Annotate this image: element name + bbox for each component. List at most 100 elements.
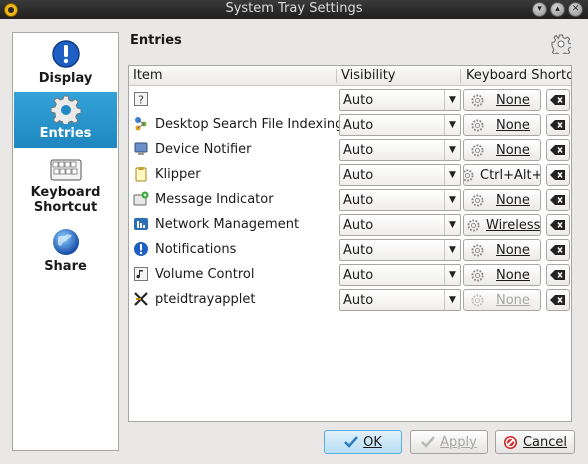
gear-icon [49,92,83,126]
column-header-keyboard-shortcut[interactable]: Keyboard Shortc [466,68,571,83]
visibility-select[interactable]: Auto ▼ [339,239,461,261]
gear-icon [471,119,484,132]
maximize-button[interactable]: ▴ [550,2,565,17]
visibility-select[interactable]: Auto ▼ [339,189,461,211]
page-title: Entries [130,33,182,48]
table-row[interactable]: Device Notifier Auto ▼ None [129,138,571,163]
shortcut-button[interactable]: None [463,114,541,136]
table-row[interactable]: Desktop Search File Indexing Auto ▼ None [129,113,571,138]
sidebar-item-label: Display [38,71,93,86]
column-divider[interactable] [460,69,461,83]
chevron-down-icon: ▼ [444,115,460,135]
clear-icon [550,195,565,205]
cancel-button[interactable]: Cancel [495,430,575,454]
row-name: pteidtrayapplet [155,292,256,307]
network-icon [134,218,148,230]
visibility-select[interactable]: Auto ▼ [339,139,461,161]
ok-button[interactable]: OK [324,430,402,454]
sidebar-item-label: Share [44,259,87,274]
shortcut-button[interactable]: None [463,239,541,261]
clear-shortcut-button[interactable] [546,139,570,161]
clear-icon [550,220,565,230]
visibility-select[interactable]: Auto ▼ [339,164,461,186]
visibility-select[interactable]: Auto ▼ [339,114,461,136]
keyboard-icon [49,155,83,185]
sidebar-item-share[interactable]: Share [14,225,117,277]
checkmark-icon [421,436,436,448]
sidebar-item-entries[interactable]: Entries [14,92,117,148]
close-button[interactable]: ✕ [568,2,583,17]
chevron-down-icon: ▼ [444,190,460,210]
gear-icon [471,269,484,282]
clear-shortcut-button[interactable] [546,164,570,186]
gear-icon [471,294,484,307]
shortcut-button[interactable]: None [463,139,541,161]
chevron-down-icon: ▼ [444,165,460,185]
row-name: Device Notifier [155,142,252,157]
column-divider[interactable] [336,69,337,83]
apply-button[interactable]: Apply [410,430,488,454]
visibility-select[interactable]: Auto ▼ [339,264,461,286]
gear-icon [471,94,484,107]
clear-shortcut-button[interactable] [546,289,570,311]
row-name: Volume Control [155,267,255,282]
row-name: Network Management [155,217,300,232]
table-row[interactable]: pteidtrayapplet Auto ▼ None [129,288,571,313]
clear-shortcut-button[interactable] [546,264,570,286]
configure-gear-icon[interactable] [551,34,571,54]
clear-icon [550,295,565,305]
sidebar-item-keyboard-shortcut[interactable]: Keyboard Shortcut [14,155,117,219]
shortcut-button[interactable]: None [463,89,541,111]
clear-icon [550,95,565,105]
sidebar-item-label: Entries [39,126,92,141]
clipboard-icon [135,167,147,182]
checkmark-icon [344,436,359,448]
device-icon [134,142,148,155]
table-row[interactable]: Network Management Auto ▼ Wireless [129,213,571,238]
shortcut-button[interactable]: None [463,189,541,211]
globe-icon [49,225,83,259]
gear-icon [464,169,474,182]
chevron-down-icon: ▼ [444,90,460,110]
clear-shortcut-button[interactable] [546,114,570,136]
gear-icon [471,194,484,207]
message-icon [133,191,149,206]
shortcut-button[interactable]: None [463,289,541,311]
clear-shortcut-button[interactable] [546,239,570,261]
sidebar: Display Entries Keyboard Shortcut Share [12,32,119,451]
chevron-down-icon: ▼ [444,290,460,310]
clear-shortcut-button[interactable] [546,189,570,211]
row-name: Klipper [155,167,201,182]
row-name: Desktop Search File Indexing [155,117,344,132]
table-header: Item Visibility Keyboard Shortc [129,66,571,86]
minimize-button[interactable]: ▾ [532,2,547,17]
table-row[interactable]: Volume Control Auto ▼ None [129,263,571,288]
column-header-item[interactable]: Item [133,68,163,83]
sidebar-item-display[interactable]: Display [14,37,117,91]
chevron-down-icon: ▼ [444,240,460,260]
title-bar[interactable]: System Tray Settings ▾ ▴ ✕ [0,0,588,19]
gear-icon [471,244,484,257]
cancel-icon [503,435,517,449]
clear-icon [550,170,565,180]
clear-shortcut-button[interactable] [546,214,570,236]
chevron-down-icon: ▼ [444,140,460,160]
column-header-visibility[interactable]: Visibility [341,68,395,83]
visibility-select[interactable]: Auto ▼ [339,89,461,111]
clear-shortcut-button[interactable] [546,89,570,111]
table-row[interactable]: Message Indicator Auto ▼ None [129,188,571,213]
row-name: Message Indicator [155,192,274,207]
clear-icon [550,270,565,280]
table-row[interactable]: Klipper Auto▼ Ctrl+Alt+V [129,163,571,188]
shortcut-button[interactable]: Wireless [463,214,541,236]
shortcut-button[interactable]: None [463,264,541,286]
gear-icon [471,144,484,157]
shortcut-button[interactable]: Ctrl+Alt+V [463,164,541,186]
entries-table: Item Visibility Keyboard Shortc ? Auto ▼ … [128,65,572,422]
chevron-down-icon: ▼ [444,265,460,285]
visibility-select[interactable]: Auto ▼ [339,214,461,236]
table-row[interactable]: Notifications Auto ▼ None [129,238,571,263]
table-row[interactable]: ? Auto ▼ None [129,88,571,113]
clear-icon [550,145,565,155]
visibility-select[interactable]: Auto ▼ [339,289,461,311]
